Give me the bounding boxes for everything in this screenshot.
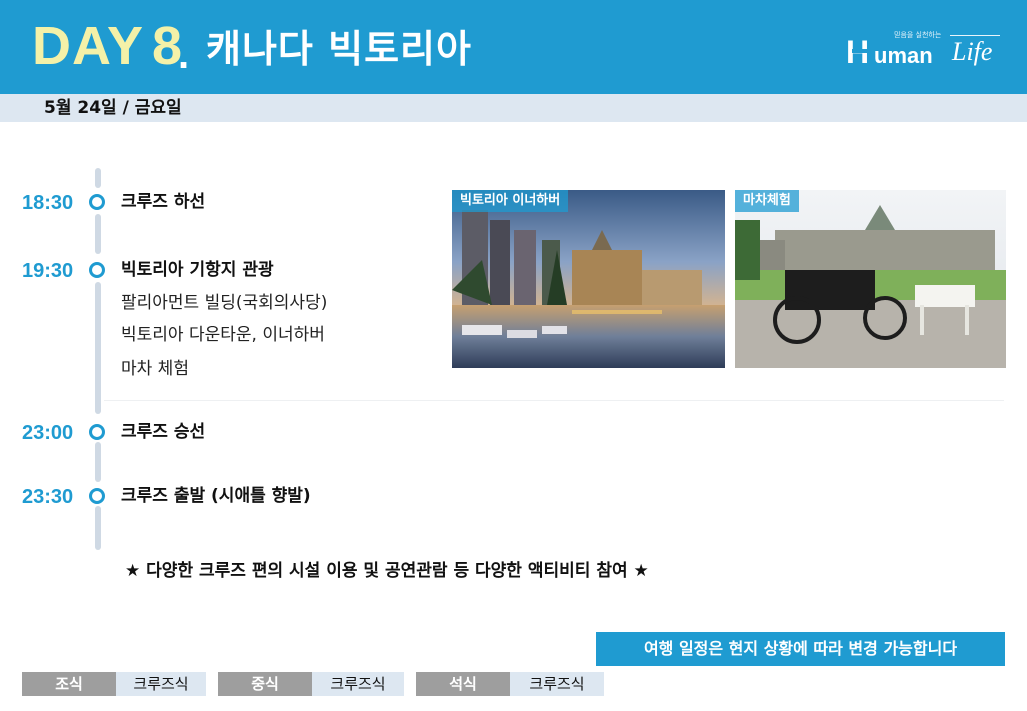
humanlife-logo: 믿음을 실천하는 H uman Life bbox=[846, 30, 1006, 76]
logo-word-uman: uman bbox=[874, 43, 933, 68]
schedule-time: 23:30 bbox=[22, 486, 74, 508]
photo-label: 빅토리아 이너하버 bbox=[452, 190, 569, 212]
itinerary-change-note: 여행 일정은 현지 상황에 따라 변경 가능합니다 bbox=[596, 632, 1005, 666]
divider bbox=[104, 400, 1004, 401]
meal-value-dinner: 크루즈식 bbox=[510, 672, 604, 696]
timeline-segment bbox=[95, 214, 101, 254]
schedule-event: 크루즈 승선 bbox=[121, 422, 206, 442]
meal-value-breakfast: 크루즈식 bbox=[116, 672, 206, 696]
timeline-segment bbox=[95, 506, 101, 550]
schedule-detail: 마차 체험 bbox=[121, 359, 189, 379]
day-label: DAY bbox=[32, 16, 145, 76]
schedule-time: 19:30 bbox=[22, 260, 74, 282]
header-banner: DAY 8 . 캐나다 빅토리아 믿음을 실천하는 H uman Life bbox=[0, 0, 1027, 94]
photo-carriage: 마차체험 bbox=[735, 190, 1006, 368]
meal-value-lunch: 크루즈식 bbox=[312, 672, 404, 696]
schedule-time: 18:30 bbox=[22, 192, 74, 214]
carriage-illustration bbox=[735, 190, 1006, 368]
schedule-event: 크루즈 출발 (시애틀 향발) bbox=[121, 486, 311, 506]
schedule-event: 빅토리아 기항지 관광 bbox=[121, 260, 274, 280]
timeline-segment bbox=[95, 168, 101, 188]
photo-inner-harbour: 빅토리아 이너하버 bbox=[452, 190, 725, 368]
day-separator: . bbox=[178, 33, 190, 77]
timeline-segment bbox=[95, 442, 101, 482]
destination-title: 캐나다 빅토리아 bbox=[206, 27, 472, 71]
logo-line-decoration bbox=[950, 35, 1000, 36]
schedule-detail: 빅토리아 다운타운, 이너하버 bbox=[121, 325, 325, 345]
photo-label: 마차체험 bbox=[735, 190, 799, 212]
timeline-circle-icon bbox=[89, 194, 105, 210]
logo-tagline: 믿음을 실천하는 bbox=[894, 31, 942, 39]
schedule-date: 5월 24일 / 금요일 bbox=[44, 98, 182, 118]
meal-label-lunch: 중식 bbox=[218, 672, 312, 696]
date-band: 5월 24일 / 금요일 bbox=[0, 94, 1027, 122]
inner-harbour-illustration bbox=[452, 190, 725, 368]
meal-label-dinner: 석식 bbox=[416, 672, 510, 696]
activity-notice: ★ 다양한 크루즈 편의 시설 이용 및 공연관람 등 다양한 액티비티 참여 … bbox=[125, 561, 649, 581]
timeline-circle-icon bbox=[89, 262, 105, 278]
timeline-segment bbox=[95, 282, 101, 414]
logo-h-bar-decoration bbox=[852, 49, 874, 53]
logo-word-life: Life bbox=[952, 37, 993, 66]
meal-label-breakfast: 조식 bbox=[22, 672, 116, 696]
timeline-circle-icon bbox=[89, 424, 105, 440]
schedule-detail: 팔리아먼트 빌딩(국회의사당) bbox=[121, 293, 328, 313]
timeline-circle-icon bbox=[89, 488, 105, 504]
schedule-time: 23:00 bbox=[22, 422, 74, 444]
schedule-event: 크루즈 하선 bbox=[121, 192, 206, 212]
